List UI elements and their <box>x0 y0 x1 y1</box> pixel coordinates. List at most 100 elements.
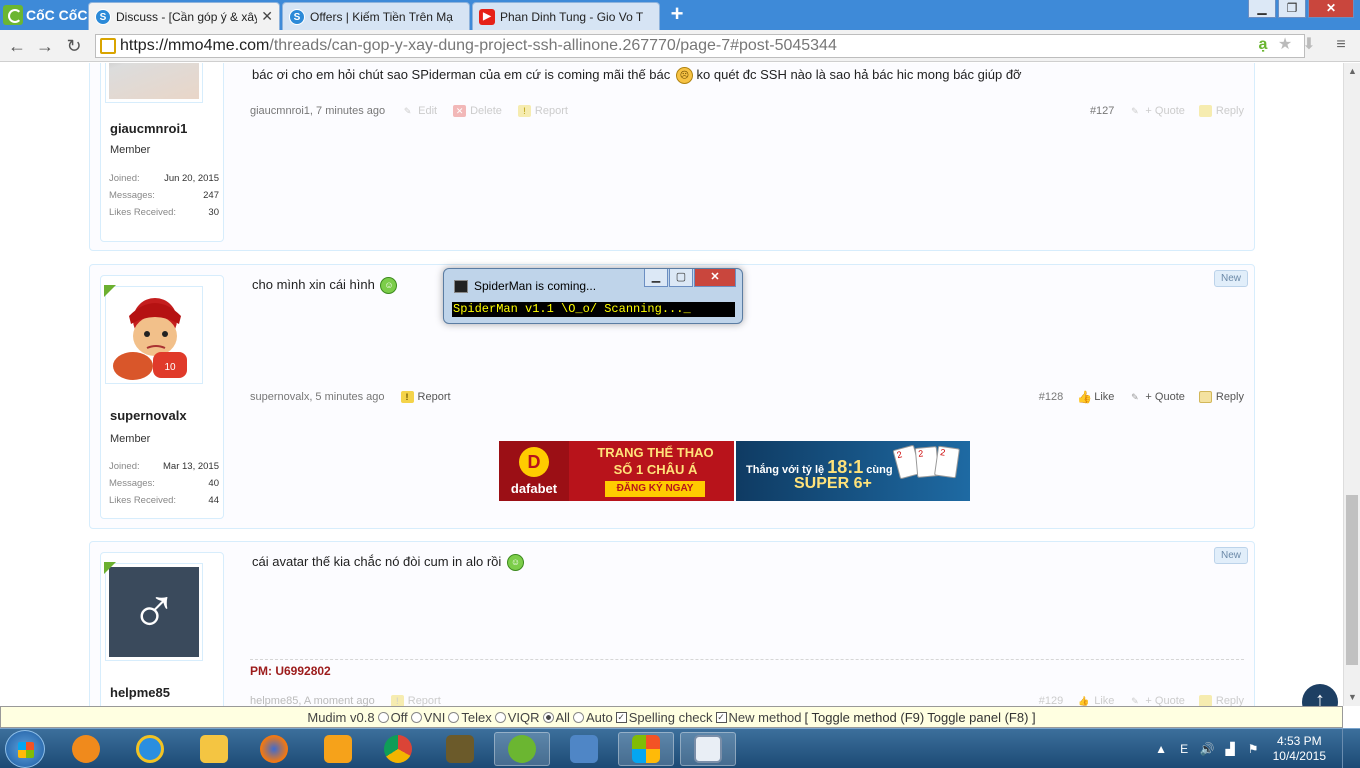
page-info-icon[interactable] <box>100 38 116 54</box>
tab-discuss[interactable]: S Discuss - [Cần góp ý & xây ✕ <box>88 2 280 30</box>
avatar[interactable]: 10 <box>104 285 203 384</box>
taskbar-game[interactable] <box>432 732 488 766</box>
console-maximize-button[interactable]: ▢ <box>669 269 693 287</box>
taskbar-app-v[interactable] <box>310 732 366 766</box>
super6-banner[interactable]: Thắng với tỷ lệ 18:1 cùng SUPER 6+ 2 2 2 <box>736 441 970 501</box>
post-author-date[interactable]: giaucmnroi1, 7 minutes ago <box>250 105 385 117</box>
mode-all[interactable]: All <box>542 710 570 725</box>
like-button[interactable]: 👍 Like <box>1077 695 1114 706</box>
taskbar-ie[interactable] <box>122 732 178 766</box>
close-tab-icon[interactable]: ✕ <box>261 8 273 25</box>
report-button[interactable]: ! Report <box>400 391 451 403</box>
spiderman-console-window[interactable]: SpiderMan is coming... ▁ ▢ ✕ SpiderMan v… <box>443 268 743 324</box>
reload-button[interactable]: ↻ <box>63 35 85 57</box>
flag-icon[interactable]: ⚑ <box>1246 742 1261 757</box>
scroll-to-top-button[interactable]: ↑ <box>1302 684 1338 706</box>
clock[interactable]: 4:53 PM 10/4/2015 <box>1273 734 1326 764</box>
taskbar-office-app[interactable] <box>618 732 674 766</box>
show-hidden-icons-icon[interactable]: ▲ <box>1154 742 1169 757</box>
bookmark-star-icon[interactable]: ★ <box>1274 34 1296 56</box>
mode-telex[interactable]: Telex <box>448 710 492 725</box>
avatar[interactable] <box>105 63 203 103</box>
quote-button[interactable]: ✎ + Quote <box>1128 695 1185 706</box>
minimize-button[interactable]: ▁ <box>1248 0 1276 18</box>
tab-youtube[interactable]: ▶ Phan Dinh Tung - Gio Vo T <box>472 2 660 30</box>
mode-off[interactable]: Off <box>377 710 408 725</box>
report-button[interactable]: ! Report <box>517 105 568 117</box>
radio-icon[interactable] <box>572 711 584 723</box>
taskbar-chrome[interactable] <box>370 732 426 766</box>
username[interactable]: helpme85 <box>110 685 170 700</box>
page-scrollbar[interactable]: ▲ ▼ <box>1343 63 1360 706</box>
network-icon[interactable]: ▟ <box>1223 742 1238 757</box>
browser-tab-bar: CốC CốC S Discuss - [Cần góp ý & xây ✕ S… <box>0 0 1360 30</box>
taskbar-firefox[interactable] <box>246 732 302 766</box>
taskbar-media-player[interactable] <box>58 732 114 766</box>
post-author-date[interactable]: helpme85, A moment ago <box>250 695 375 706</box>
show-desktop-button[interactable] <box>1342 729 1352 768</box>
menu-icon[interactable]: ≡ <box>1330 34 1352 56</box>
scrollbar-thumb[interactable] <box>1346 495 1358 665</box>
radio-icon[interactable] <box>377 711 389 723</box>
register-now-button[interactable]: ĐĂNG KÝ NGAY <box>605 481 705 497</box>
delete-button[interactable]: ✕ Delete <box>453 105 502 117</box>
reply-button[interactable]: Reply <box>1198 695 1244 706</box>
mode-vni[interactable]: VNI <box>410 710 445 725</box>
download-icon[interactable]: ⬇ <box>1298 34 1320 56</box>
dafabet-banner[interactable]: D dafabet TRANG THỂ THAO SỐ 1 CHÂU Á ĐĂN… <box>499 441 734 501</box>
back-button[interactable]: ← <box>6 35 28 57</box>
reply-button[interactable]: Reply <box>1198 391 1244 403</box>
toggle-method-link[interactable]: [ Toggle method (F9) <box>805 710 925 725</box>
quote-button[interactable]: ✎ + Quote <box>1128 391 1185 403</box>
mode-auto[interactable]: Auto <box>572 710 613 725</box>
reply-button[interactable]: Reply <box>1198 105 1244 117</box>
scroll-up-icon[interactable]: ▲ <box>1344 63 1360 80</box>
post-number[interactable]: #129 <box>1039 695 1063 706</box>
forward-button[interactable]: → <box>34 35 56 57</box>
start-button[interactable] <box>5 730 45 768</box>
volume-icon[interactable]: 🔊 <box>1200 742 1215 757</box>
checkbox-icon[interactable]: ✓ <box>715 711 727 723</box>
radio-icon[interactable] <box>448 711 460 723</box>
new-method-toggle[interactable]: ✓ New method <box>715 710 802 725</box>
translate-icon[interactable]: ạ <box>1252 34 1274 56</box>
taskbar-coccoc[interactable] <box>494 732 550 766</box>
taskbar-network-app[interactable] <box>556 732 612 766</box>
edit-button[interactable]: ✎ Edit <box>401 105 437 117</box>
new-tab-button[interactable]: + <box>667 3 687 25</box>
post-number[interactable]: #128 <box>1039 391 1063 403</box>
mode-viqr[interactable]: VIQR <box>494 710 540 725</box>
post-meta: supernovalx, 5 minutes ago ! Report #128 … <box>250 391 1244 407</box>
avatar[interactable]: ♂ <box>104 562 203 661</box>
report-button[interactable]: ! Report <box>390 695 441 706</box>
console-minimize-button[interactable]: ▁ <box>644 269 668 287</box>
post-meta: helpme85, A moment ago ! Report #129 👍 Lik… <box>250 695 1244 706</box>
browser-brand[interactable]: CốC CốC <box>0 0 88 30</box>
toggle-panel-link[interactable]: Toggle panel (F8) ] <box>927 710 1035 725</box>
post-number[interactable]: #127 <box>1090 105 1114 117</box>
console-app-icon <box>694 735 722 763</box>
post-author-date[interactable]: supernovalx, 5 minutes ago <box>250 391 385 403</box>
like-button[interactable]: 👍 Like <box>1077 391 1114 403</box>
taskbar-console[interactable] <box>680 732 736 766</box>
console-close-button[interactable]: ✕ <box>694 269 736 287</box>
user-card: giaucmnroi1 Member Joined: Jun 20, 2015 M… <box>100 63 224 242</box>
tab-offers[interactable]: S Offers | Kiếm Tiền Trên Mạ <box>282 2 470 30</box>
close-window-button[interactable]: ✕ <box>1308 0 1354 18</box>
post-127: giaucmnroi1 Member Joined: Jun 20, 2015 M… <box>89 63 1255 251</box>
scroll-down-icon[interactable]: ▼ <box>1344 689 1360 706</box>
quote-button[interactable]: ✎ + Quote <box>1128 105 1185 117</box>
radio-icon[interactable] <box>542 711 554 723</box>
username[interactable]: supernovalx <box>110 408 187 423</box>
address-bar[interactable]: https://mmo4me.com/threads/can-gop-y-xay… <box>95 34 1305 58</box>
radio-icon[interactable] <box>410 711 422 723</box>
restore-button[interactable]: ❐ <box>1278 0 1306 18</box>
username[interactable]: giaucmnroi1 <box>110 121 187 136</box>
taskbar-explorer[interactable] <box>186 732 242 766</box>
ime-icon[interactable]: E <box>1177 742 1192 757</box>
spelling-check-toggle[interactable]: ✓ Spelling check <box>615 710 713 725</box>
office-app-icon <box>632 735 660 763</box>
radio-icon[interactable] <box>494 711 506 723</box>
online-indicator <box>104 562 116 574</box>
checkbox-icon[interactable]: ✓ <box>615 711 627 723</box>
